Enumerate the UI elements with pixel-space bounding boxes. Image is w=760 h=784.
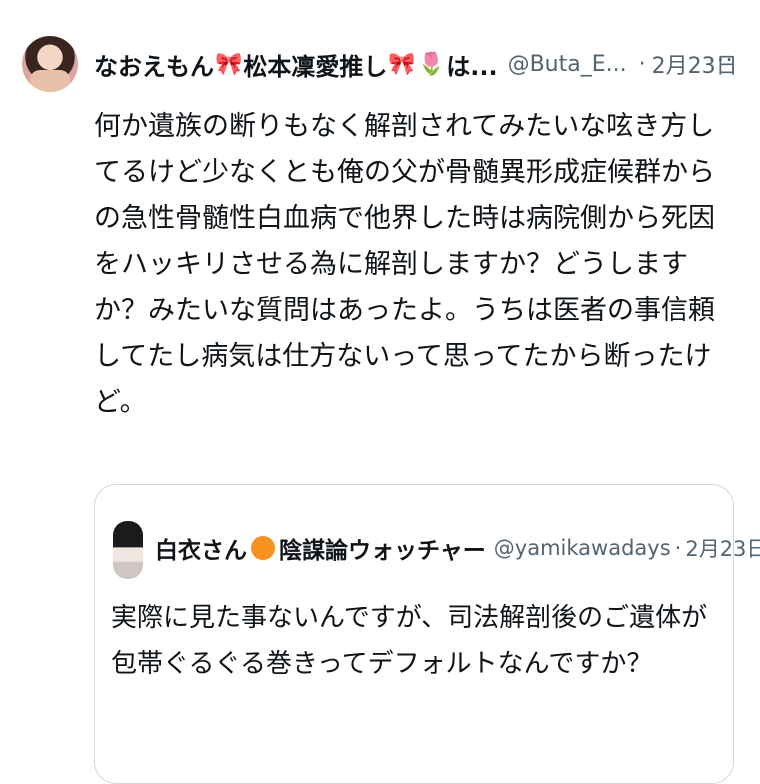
user-avatar[interactable] <box>22 36 78 92</box>
avatar-image-detail <box>30 70 70 92</box>
display-name-part-1: なおえもん <box>94 52 214 81</box>
quoted-tweet[interactable]: 白衣さん 陰謀論ウォッチャー @yamikawadays · 2月23日 実際に… <box>94 484 760 784</box>
ribbon-icon: 🎀 <box>215 51 243 77</box>
tweet-header: なおえもん 🎀 松本凜愛推し 🎀 🌷 は... @Buta_E... · 2月2… <box>94 42 738 86</box>
quoted-display-name: 白衣さん 陰謀論ウォッチャー <box>155 531 486 565</box>
orange-circle-icon <box>251 536 275 560</box>
display-name-part-2: 松本凜愛推し <box>243 52 388 81</box>
user-handle[interactable]: @Buta_E... <box>508 52 627 77</box>
more-options-icon[interactable]: ··· <box>708 48 734 72</box>
separator-dot: · <box>674 536 682 560</box>
quoted-display-name-part-1: 白衣さん <box>155 538 247 564</box>
separator-dot: · <box>638 51 646 77</box>
display-name[interactable]: なおえもん 🎀 松本凜愛推し 🎀 🌷 は... <box>94 47 498 82</box>
quoted-user-avatar[interactable] <box>113 521 143 579</box>
quoted-tweet-text: 実際に見た事ないんですが、司法解剖後のご遺体が包帯ぐるぐる巻きってデフォルトなん… <box>111 603 708 679</box>
tulip-icon: 🌷 <box>417 51 446 77</box>
quoted-tweet-date: 2月23日 <box>685 537 760 561</box>
quoted-tweet-header: 白衣さん 陰謀論ウォッチャー @yamikawadays · 2月23日 <box>155 531 760 565</box>
tweet: なおえもん 🎀 松本凜愛推し 🎀 🌷 は... @Buta_E... · 2月2… <box>0 0 760 784</box>
tweet-text: 何か遺族の断りもなく解剖されてみたいな呟き方してるけど少なくとも俺の父が骨髄異形… <box>94 111 715 418</box>
ribbon-icon: 🎀 <box>388 51 416 77</box>
display-name-part-3: は... <box>446 52 498 81</box>
quoted-user-handle: @yamikawadays <box>493 536 671 560</box>
quoted-display-name-part-2: 陰謀論ウォッチャー <box>279 538 486 564</box>
